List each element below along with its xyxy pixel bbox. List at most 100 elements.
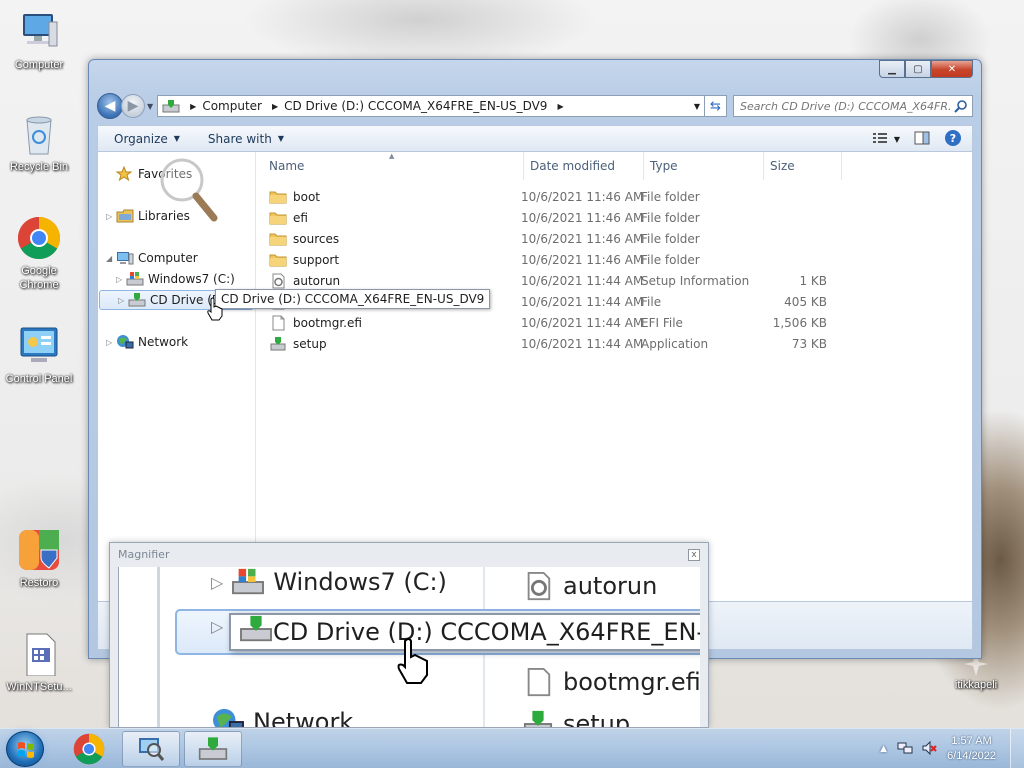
maximize-button[interactable]: ▢: [905, 60, 931, 78]
breadcrumb-computer[interactable]: Computer: [202, 99, 262, 113]
magnifier-view: ▷ Windows7 (C:) ▷ CD Drive (D:) CCCOMA_X…: [118, 567, 700, 727]
file-row[interactable]: sources 10/6/2021 11:46 AM File folder: [257, 228, 857, 249]
breadcrumb-separator-icon[interactable]: ▶: [557, 102, 563, 111]
minimize-button[interactable]: ▁: [879, 60, 905, 78]
drive-tooltip: CD Drive (D:) CCCOMA_X64FRE_EN-US_DV9: [215, 289, 491, 309]
expand-arrow-icon[interactable]: ▷: [106, 212, 116, 221]
expand-arrow-icon: ▷: [211, 572, 224, 592]
preview-pane-icon[interactable]: [914, 131, 930, 148]
libraries-icon: [116, 208, 134, 224]
mag-label: CD Drive (D:) CCCOMA_X64FRE_EN-US_D: [273, 618, 700, 646]
hand-pointer-icon: [206, 297, 224, 324]
close-icon: ✕: [947, 63, 957, 75]
desktop-icon-recycle-bin[interactable]: Recycle Bin: [1, 112, 77, 174]
close-button[interactable]: ✕: [931, 60, 973, 78]
magnifier-app-icon: [139, 738, 165, 761]
taskbar-magnifier[interactable]: [122, 731, 180, 767]
column-header-type[interactable]: Type: [644, 152, 764, 180]
file-type: File folder: [641, 210, 700, 225]
desktop-icon-label: Google Chrome: [19, 265, 59, 291]
breadcrumb-separator-icon[interactable]: ▶: [190, 102, 196, 111]
desktop-icon-computer[interactable]: Computer: [1, 10, 77, 72]
search-icon[interactable]: [954, 99, 968, 116]
help-icon[interactable]: ?: [944, 129, 962, 150]
desktop-icon-google-chrome[interactable]: Google Chrome: [1, 216, 77, 292]
clock-date: 6/14/2022: [947, 750, 996, 762]
volume-muted-icon[interactable]: [921, 740, 937, 759]
restoro-icon: [17, 528, 61, 572]
file-row[interactable]: bootmgr.efi 10/6/2021 11:44 AM EFI File 1,5…: [257, 312, 857, 333]
breadcrumb-separator-icon[interactable]: ▶: [272, 102, 278, 111]
file-name-cell: sources: [257, 231, 515, 247]
view-dropdown-icon[interactable]: ▼: [894, 135, 900, 144]
tree-item-network[interactable]: ▷ Network: [106, 332, 188, 352]
hand-pointer-icon: [395, 637, 431, 688]
column-header-size[interactable]: Size: [764, 152, 842, 180]
file-type: File folder: [641, 189, 700, 204]
desktop-icon-control-panel[interactable]: Control Panel: [1, 324, 77, 386]
folder-icon: [269, 231, 287, 247]
computer-icon: [17, 10, 61, 54]
file-name: setup: [293, 336, 327, 351]
cd-drive-icon: [128, 292, 146, 308]
expand-arrow-icon[interactable]: ▷: [116, 275, 126, 284]
refresh-icon: ⇆: [710, 98, 721, 114]
file-row[interactable]: support 10/6/2021 11:46 AM File folder: [257, 249, 857, 270]
organize-button[interactable]: Organize ▼: [114, 132, 180, 146]
file-row[interactable]: efi 10/6/2021 11:46 AM File folder: [257, 207, 857, 228]
tree-item-computer[interactable]: ◢ Computer: [106, 248, 198, 268]
view-controls: ▼ ?: [858, 129, 962, 150]
column-header-date[interactable]: Date modified: [524, 152, 644, 180]
taskbar-explorer[interactable]: [184, 731, 242, 767]
chrome-icon: [17, 216, 61, 260]
mag-label: setup: [563, 710, 631, 727]
magnifier-title: Magnifier: [118, 547, 170, 561]
back-button[interactable]: ◀: [97, 93, 123, 119]
clock[interactable]: 1:57 AM 6/14/2022: [947, 734, 996, 764]
forward-arrow-icon: ▶: [127, 98, 139, 114]
file-name: bootmgr.efi: [293, 315, 362, 330]
recycle-bin-icon: [17, 112, 61, 156]
change-view-icon[interactable]: [872, 131, 888, 148]
taskbar-chrome[interactable]: [60, 731, 118, 767]
desktop-icon-restoro[interactable]: Restoro: [1, 528, 77, 590]
desktop-icon-label: Control Panel: [5, 373, 73, 385]
mag-row-setup: setup: [521, 709, 630, 727]
share-with-button[interactable]: Share with ▼: [208, 132, 284, 146]
search-input[interactable]: [740, 99, 950, 113]
search-box[interactable]: [733, 95, 973, 117]
tree-label: Libraries: [138, 209, 190, 223]
breadcrumb-cd-drive[interactable]: CD Drive (D:) CCCOMA_X64FRE_EN-US_DV9: [284, 99, 547, 113]
tree-item-libraries[interactable]: ▷ Libraries: [106, 206, 190, 226]
setup-app-icon: [269, 336, 287, 352]
tree-item-windows7-drive[interactable]: ▷ Windows7 (C:): [116, 269, 235, 289]
sort-ascending-icon: ▲: [389, 152, 395, 160]
column-header-name[interactable]: Name ▲: [257, 152, 524, 180]
start-button[interactable]: [6, 731, 44, 767]
column-header-label: Type: [650, 159, 678, 173]
address-bar[interactable]: ▶ Computer ▶ CD Drive (D:) CCCOMA_X64FRE…: [157, 95, 705, 117]
show-desktop-button[interactable]: [1010, 729, 1024, 768]
desktop-icon-winntsetup[interactable]: WinNTSetu...: [1, 632, 77, 694]
expand-arrow-icon[interactable]: ▷: [118, 296, 128, 305]
file-row[interactable]: boot 10/6/2021 11:46 AM File folder: [257, 186, 857, 207]
file-row[interactable]: autorun 10/6/2021 11:44 AM Setup Informati…: [257, 270, 857, 291]
file-list: Name ▲ Date modified Type Size boot 10/6/…: [257, 152, 972, 601]
file-row[interactable]: setup 10/6/2021 11:44 AM Application 73 KB: [257, 333, 857, 354]
network-status-icon[interactable]: [897, 740, 913, 759]
collapse-arrow-icon[interactable]: ◢: [106, 254, 116, 263]
address-dropdown-icon[interactable]: ▼: [694, 102, 700, 111]
refresh-button[interactable]: ⇆: [705, 95, 727, 117]
show-hidden-icons-button[interactable]: ▲: [880, 744, 887, 754]
forward-button[interactable]: ▶: [121, 94, 145, 118]
file-size: 405 KB: [784, 294, 827, 309]
chevron-down-icon: ▼: [173, 134, 180, 143]
file-type: File folder: [641, 231, 700, 246]
document-icon: [17, 632, 61, 677]
expand-arrow-icon[interactable]: ▷: [106, 338, 116, 347]
file-name: autorun: [293, 273, 341, 288]
magnifier-close-button[interactable]: x: [688, 549, 700, 561]
recent-pages-dropdown[interactable]: ▼: [147, 102, 153, 111]
mag-row-windows7: ▷ Windows7 (C:): [211, 567, 447, 597]
file-type: File: [641, 294, 662, 309]
